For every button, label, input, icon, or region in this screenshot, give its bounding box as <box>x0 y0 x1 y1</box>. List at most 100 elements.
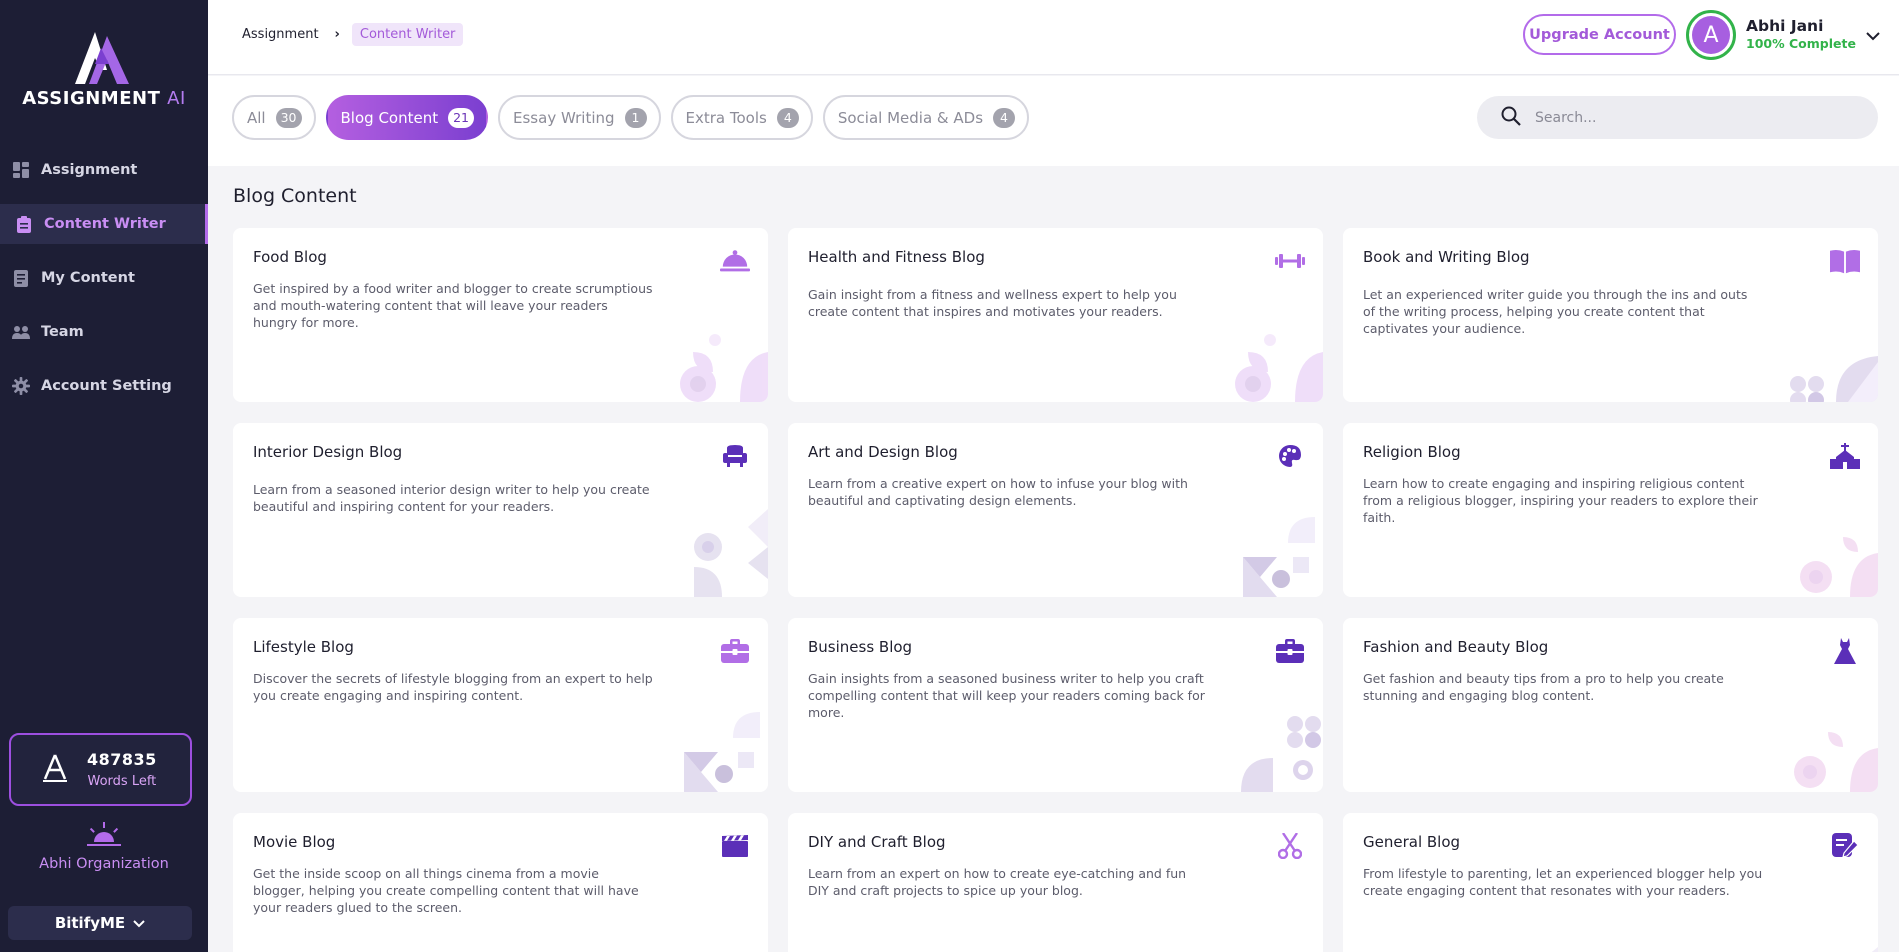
card-description: Get the inside scoop on all things cinem… <box>253 866 639 915</box>
clapperboard-icon <box>720 831 750 861</box>
card-description: Learn from an expert on how to create ey… <box>808 866 1187 898</box>
card-fashion-beauty-blog[interactable]: Fashion and Beauty Blog Get fashion and … <box>1343 618 1878 792</box>
tab-count: 4 <box>776 107 799 128</box>
chevron-down-icon[interactable] <box>1866 26 1880 45</box>
dashboard-icon <box>12 161 30 179</box>
avatar-letter: A <box>1692 16 1730 54</box>
breadcrumb-item-content-writer[interactable]: Content Writer <box>351 23 464 46</box>
section-title: Blog Content <box>233 185 357 207</box>
armchair-icon <box>720 441 750 471</box>
card-food-blog[interactable]: Food Blog Get inspired by a food writer … <box>233 228 768 402</box>
card-title: Religion Blog <box>1363 443 1461 461</box>
card-book-writing-blog[interactable]: Book and Writing Blog Let an experienced… <box>1343 228 1878 402</box>
logo[interactable]: ASSIGNMENT AI <box>0 30 208 109</box>
brand-name: ASSIGNMENT <box>22 88 161 109</box>
tab-extra-tools[interactable]: Extra Tools 4 <box>670 95 813 140</box>
sidebar-item-my-content[interactable]: My Content <box>0 258 208 298</box>
card-title: Business Blog <box>808 638 913 656</box>
words-left-card: 487835 Words Left <box>9 733 192 806</box>
palette-icon <box>1275 441 1305 471</box>
brand-name-ai: AI <box>167 88 186 109</box>
decorative-pattern <box>1871 947 1878 952</box>
card-movie-blog[interactable]: Movie Blog Get the inside scoop on all t… <box>233 813 768 952</box>
card-description: Get inspired by a food writer and blogge… <box>253 281 653 330</box>
book-icon <box>1830 246 1860 276</box>
tab-label: Blog Content <box>340 108 439 127</box>
card-description: Discover the secrets of lifestyle bloggi… <box>253 671 653 703</box>
dumbbell-icon <box>1275 246 1305 276</box>
chevron-right-icon: › <box>334 27 340 42</box>
edit-note-icon <box>1830 831 1860 861</box>
sidebar-item-assignment[interactable]: Assignment <box>0 150 208 190</box>
profile-completion: 100% Complete <box>1746 36 1856 51</box>
card-title: Fashion and Beauty Blog <box>1363 638 1549 656</box>
card-description: Learn how to create engaging and inspiri… <box>1363 476 1758 525</box>
card-title: Movie Blog <box>253 833 336 851</box>
tab-blog-content[interactable]: Blog Content 21 <box>325 95 489 140</box>
avatar[interactable]: A <box>1686 10 1736 60</box>
top-header: Assignment › Content Writer Upgrade Acco… <box>208 0 1899 75</box>
upgrade-account-button[interactable]: Upgrade Account <box>1523 14 1676 55</box>
decorative-pattern <box>1800 537 1878 597</box>
card-description: Gain insight from a fitness and wellness… <box>808 287 1177 319</box>
decorative-pattern <box>1790 356 1878 402</box>
tab-social-media-ads[interactable]: Social Media & ADs 4 <box>822 95 1030 140</box>
card-health-fitness-blog[interactable]: Health and Fitness Blog Gain insight fro… <box>788 228 1323 402</box>
breadcrumb-item-assignment[interactable]: Assignment <box>242 27 319 42</box>
sidebar-item-label: Team <box>41 324 84 340</box>
tab-count: 30 <box>275 107 302 128</box>
search-icon <box>1501 106 1521 130</box>
search-input[interactable] <box>1535 109 1835 126</box>
dress-icon <box>1830 636 1860 666</box>
tab-essay-writing[interactable]: Essay Writing 1 <box>498 95 661 140</box>
scissors-icon <box>1275 831 1305 861</box>
card-lifestyle-blog[interactable]: Lifestyle Blog Discover the secrets of l… <box>233 618 768 792</box>
church-icon <box>1830 441 1860 471</box>
user-name: Abhi Jani <box>1746 17 1824 35</box>
card-art-design-blog[interactable]: Art and Design Blog Learn from a creativ… <box>788 423 1323 597</box>
document-icon <box>12 269 30 287</box>
decorative-pattern <box>678 897 768 952</box>
team-icon <box>12 323 30 341</box>
decorative-pattern <box>1233 897 1323 952</box>
sidebar-nav: Assignment Content Writer My Content Tea… <box>0 150 208 420</box>
decorative-pattern <box>1241 716 1321 792</box>
sidebar-item-content-writer[interactable]: Content Writer <box>0 204 208 244</box>
gear-icon <box>12 377 30 395</box>
decorative-pattern <box>1243 517 1315 597</box>
card-title: Food Blog <box>253 248 327 266</box>
breadcrumb: Assignment › Content Writer <box>242 23 464 46</box>
card-religion-blog[interactable]: Religion Blog Learn how to create engagi… <box>1343 423 1878 597</box>
decorative-pattern <box>680 334 768 402</box>
tab-all[interactable]: All 30 <box>232 95 316 140</box>
decorative-pattern <box>1794 732 1878 792</box>
briefcase-icon <box>720 636 750 666</box>
card-business-blog[interactable]: Business Blog Gain insights from a seaso… <box>788 618 1323 792</box>
tab-label: Essay Writing <box>513 108 615 127</box>
card-title: Health and Fitness Blog <box>808 248 985 266</box>
decorative-pattern <box>1235 334 1323 402</box>
sidebar-item-team[interactable]: Team <box>0 312 208 352</box>
organization-select[interactable]: BitifyME <box>8 906 192 940</box>
sidebar-item-account-setting[interactable]: Account Setting <box>0 366 208 406</box>
card-description: Let an experienced writer guide you thro… <box>1363 287 1748 336</box>
chevron-down-icon <box>133 914 145 932</box>
words-count: 487835 <box>87 750 157 769</box>
card-title: DIY and Craft Blog <box>808 833 946 851</box>
organization-select-label: BitifyME <box>54 914 126 932</box>
card-description: Gain insights from a seasoned business w… <box>808 671 1205 720</box>
category-tabs: All 30 Blog Content 21 Essay Writing 1 E… <box>232 95 1039 140</box>
search-box[interactable] <box>1477 96 1878 139</box>
sidebar-item-label: My Content <box>41 270 135 286</box>
card-general-blog[interactable]: General Blog From lifestyle to parenting… <box>1343 813 1878 952</box>
sidebar-item-label: Assignment <box>41 162 138 178</box>
logo-mark-icon <box>75 32 129 84</box>
card-interior-design-blog[interactable]: Interior Design Blog Learn from a season… <box>233 423 768 597</box>
card-diy-craft-blog[interactable]: DIY and Craft Blog Learn from an expert … <box>788 813 1323 952</box>
tab-count: 4 <box>993 107 1016 128</box>
organization: Abhi Organization <box>0 822 208 872</box>
decorative-pattern <box>694 509 768 597</box>
card-title: General Blog <box>1363 833 1461 851</box>
card-title: Book and Writing Blog <box>1363 248 1530 266</box>
card-description: Learn from a creative expert on how to i… <box>808 476 1188 508</box>
